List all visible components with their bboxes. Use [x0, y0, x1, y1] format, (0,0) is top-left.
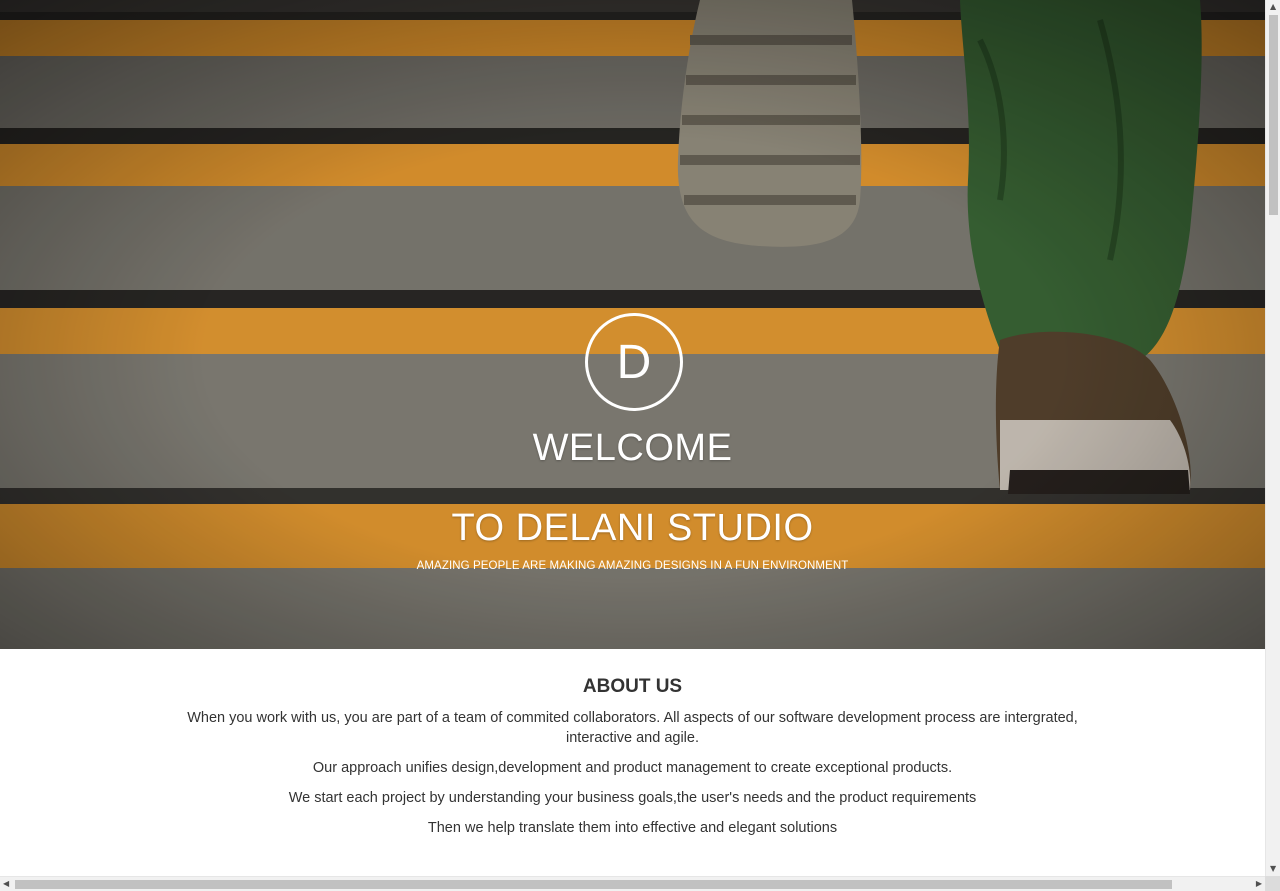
about-section: ABOUT US When you work with us, you are … — [0, 649, 1265, 848]
scroll-down-icon[interactable]: ▼ — [1270, 865, 1276, 873]
scroll-left-icon[interactable]: ◀ — [3, 880, 9, 888]
vertical-scrollbar[interactable]: ▲ ▼ — [1265, 0, 1280, 876]
about-heading: ABOUT US — [582, 676, 683, 697]
about-paragraph: We start each project by understanding y… — [288, 790, 977, 806]
scroll-right-icon[interactable]: ▶ — [1256, 880, 1262, 888]
vertical-scroll-thumb[interactable] — [1269, 15, 1278, 215]
about-paragraph: Then we help translate them into effecti… — [427, 820, 838, 836]
about-paragraph: When you work with us, you are part of a… — [187, 710, 1078, 746]
hero-title-welcome: WELCOME — [532, 427, 733, 469]
scrollbar-corner — [1265, 876, 1280, 891]
horizontal-scroll-thumb[interactable] — [15, 880, 1172, 889]
horizontal-scrollbar[interactable]: ◀ ▶ — [0, 876, 1265, 891]
hero-title-studio: TO DELANI STUDIO — [451, 507, 814, 549]
hero-section: D WELCOME TO DELANI STUDIO AMAZING PEOPL… — [0, 0, 1265, 649]
about-paragraph: Our approach unifies design,development … — [312, 760, 953, 776]
scroll-up-icon[interactable]: ▲ — [1270, 3, 1276, 11]
logo-letter: D — [616, 336, 652, 389]
hero-tagline: AMAZING PEOPLE ARE MAKING AMAZING DESIGN… — [416, 560, 849, 572]
studio-logo: D — [585, 313, 683, 411]
